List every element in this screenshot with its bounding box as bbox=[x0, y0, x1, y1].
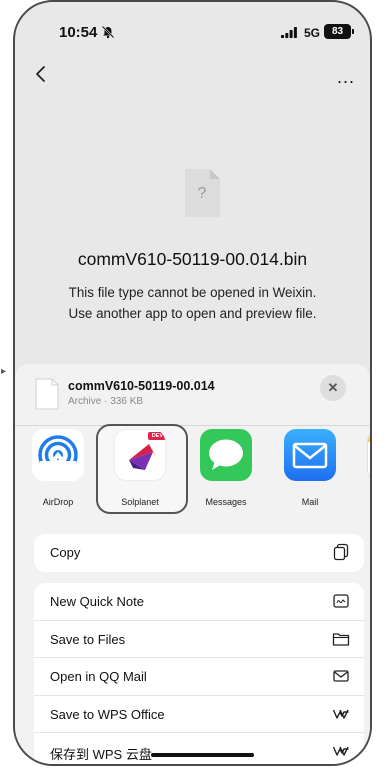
status-bar: 10:54 5G 83 bbox=[15, 2, 370, 54]
action-label: New Quick Note bbox=[50, 594, 144, 609]
sheet-file-name: commV610-50119-00.014 bbox=[68, 379, 215, 393]
app-label-solplanet: Solplanet bbox=[121, 497, 159, 507]
signal-icon bbox=[281, 27, 297, 38]
side-arrow-icon: ▸ bbox=[1, 366, 7, 377]
sheet-file-info: Archive · 336 KB bbox=[68, 396, 144, 407]
preview-message-line2: Use another app to open and preview file… bbox=[68, 306, 317, 321]
action-copy[interactable]: Copy bbox=[34, 534, 364, 572]
messages-icon bbox=[200, 429, 252, 481]
action-label: Save to Files bbox=[50, 631, 126, 647]
more-options-button[interactable]: ... bbox=[337, 68, 355, 86]
network-type: 5G bbox=[304, 26, 321, 40]
action-label: Open in QQ Mail bbox=[50, 669, 147, 685]
action-group-primary: Copy bbox=[34, 534, 364, 572]
folder-icon bbox=[332, 632, 350, 646]
share-sheet: commV610-50119-00.014 Archive · 336 KB ✕ bbox=[15, 364, 370, 764]
share-app-row: AirDrop DEV Solplanet Messages Mail bbox=[15, 409, 370, 519]
action-label: Save to WPS Office bbox=[50, 706, 165, 722]
phone-screen: 10:54 5G 83 ... ? commV610-50119-00.014.… bbox=[13, 0, 372, 766]
app-label-airdrop: AirDrop bbox=[42, 497, 74, 507]
dev-badge: DEV bbox=[147, 432, 165, 440]
airdrop-icon bbox=[32, 429, 84, 481]
silent-bell-icon bbox=[101, 25, 115, 39]
action-save-to-wps-cloud[interactable]: 保存到 WPS 云盘 bbox=[34, 733, 364, 764]
status-time: 10:54 bbox=[59, 24, 98, 41]
close-button[interactable]: ✕ bbox=[320, 375, 346, 401]
preview-file-name: commV610-50119-00.014.bin bbox=[77, 249, 308, 269]
wps-icon bbox=[332, 709, 349, 719]
app-label-notes: N bbox=[353, 497, 370, 507]
action-open-in-qq-mail[interactable]: Open in QQ Mail bbox=[34, 658, 364, 696]
unknown-file-icon: ? bbox=[183, 168, 221, 218]
back-button[interactable] bbox=[31, 62, 51, 86]
action-label: 保存到 WPS 云盘 bbox=[50, 747, 152, 763]
preview-message: This file type cannot be opened in Weixi… bbox=[15, 282, 370, 324]
battery-indicator: 83 bbox=[324, 24, 354, 39]
notes-icon bbox=[367, 429, 370, 481]
app-label-messages: Messages bbox=[205, 497, 247, 507]
home-indicator[interactable] bbox=[151, 753, 254, 757]
action-save-to-wps-office[interactable]: Save to WPS Office bbox=[34, 696, 364, 734]
copy-icon bbox=[333, 543, 349, 561]
solplanet-icon: DEV bbox=[114, 429, 166, 481]
mail-icon bbox=[284, 429, 336, 481]
quick-note-icon bbox=[333, 594, 349, 608]
envelope-icon bbox=[333, 670, 349, 682]
action-label: Copy bbox=[50, 545, 81, 560]
action-new-quick-note[interactable]: New Quick Note bbox=[34, 583, 364, 621]
wps-cloud-icon bbox=[332, 747, 349, 757]
action-save-to-files[interactable]: Save to Files bbox=[34, 621, 364, 659]
preview-message-line1: This file type cannot be opened in Weixi… bbox=[68, 285, 317, 300]
action-group-secondary: New Quick Note Save to Files Open in QQ … bbox=[34, 583, 364, 764]
app-label-mail: Mail bbox=[301, 497, 319, 507]
sheet-file-icon bbox=[35, 378, 59, 410]
file-question-glyph: ? bbox=[197, 185, 207, 202]
